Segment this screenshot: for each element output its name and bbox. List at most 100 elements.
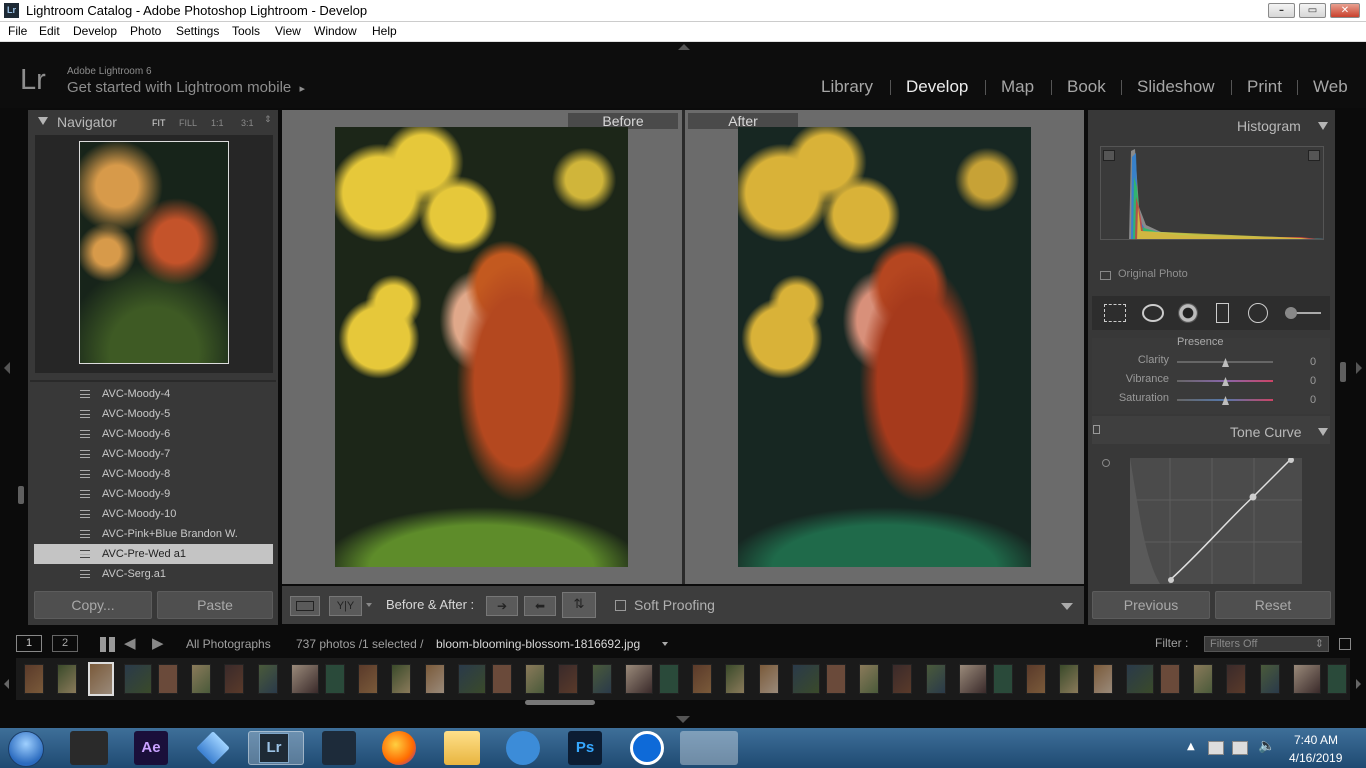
- filmstrip-thumbnail[interactable]: [491, 664, 512, 694]
- filename-dropdown-icon[interactable]: [662, 642, 668, 646]
- menu-tools[interactable]: Tools: [232, 24, 260, 38]
- maximize-button[interactable]: ▭: [1299, 3, 1326, 18]
- radial-filter-icon[interactable]: [1248, 303, 1268, 323]
- module-map[interactable]: Map: [1001, 77, 1034, 97]
- histogram-collapse-icon[interactable]: [1318, 122, 1328, 130]
- filmstrip-source[interactable]: All Photographs: [186, 637, 271, 651]
- filmstrip-thumbnail[interactable]: [224, 664, 245, 694]
- preset-item[interactable]: AVC-Moody-9: [58, 484, 298, 504]
- red-eye-tool-icon[interactable]: [1178, 303, 1198, 323]
- lightroom-icon[interactable]: Lr: [259, 733, 289, 763]
- menu-settings[interactable]: Settings: [176, 24, 219, 38]
- shadow-clipping-icon[interactable]: [1103, 150, 1115, 161]
- reset-button[interactable]: Reset: [1215, 591, 1331, 619]
- filmstrip-thumbnail[interactable]: [959, 664, 988, 694]
- firefox-icon[interactable]: [382, 731, 416, 765]
- filmstrip-thumbnail[interactable]: [525, 664, 545, 694]
- paint-icon[interactable]: [680, 731, 738, 765]
- mobile-promo[interactable]: Get started with Lightroom mobile ▸: [67, 79, 305, 96]
- filmstrip-thumbnail[interactable]: [458, 664, 487, 694]
- filmstrip-thumbnail[interactable]: [825, 664, 846, 694]
- filter-lock-icon[interactable]: [1339, 638, 1351, 650]
- filmstrip-thumbnail[interactable]: [358, 664, 378, 694]
- filmstrip-thumbnail[interactable]: [1092, 664, 1113, 694]
- filmstrip-thumbnail[interactable]: [24, 664, 44, 694]
- filmstrip-thumbnail[interactable]: [1293, 664, 1322, 694]
- filmstrip-thumbnail[interactable]: [859, 664, 879, 694]
- module-book[interactable]: Book: [1067, 77, 1106, 97]
- filmstrip-thumbnail[interactable]: [792, 664, 821, 694]
- filmstrip-thumbnail[interactable]: [725, 664, 746, 694]
- filmstrip-thumbnail[interactable]: [1226, 664, 1247, 694]
- zoom-1-1[interactable]: 1:1: [211, 118, 224, 128]
- module-web[interactable]: Web: [1313, 77, 1348, 97]
- screen-recorder-icon[interactable]: [506, 731, 540, 765]
- menu-edit[interactable]: Edit: [39, 24, 60, 38]
- filmstrip-scroll-left-icon[interactable]: [4, 679, 9, 689]
- collapse-left-panel-icon[interactable]: [4, 362, 10, 374]
- crop-tool-icon[interactable]: [1104, 304, 1126, 322]
- teamviewer-icon[interactable]: [630, 731, 664, 765]
- forward-arrow-icon[interactable]: ▶: [152, 634, 164, 652]
- collapse-right-panel-icon[interactable]: [1356, 362, 1362, 374]
- zoom-fill[interactable]: FILL: [179, 118, 197, 128]
- zoom-stepper-icon[interactable]: ⇕: [264, 115, 272, 125]
- collapse-filmstrip-icon[interactable]: [676, 716, 690, 723]
- show-hidden-icons-icon[interactable]: ▲: [1187, 741, 1195, 752]
- view-dropdown-icon[interactable]: [366, 603, 372, 607]
- filmora-icon[interactable]: [322, 731, 356, 765]
- target-adjustment-icon[interactable]: [1102, 459, 1110, 467]
- filmstrip-thumbnail[interactable]: [1326, 664, 1347, 694]
- highlight-clipping-icon[interactable]: [1308, 150, 1320, 161]
- navigator-preview-area[interactable]: [35, 135, 273, 373]
- left-panel-scrollbar[interactable]: [18, 486, 24, 504]
- clarity-value[interactable]: 0: [1310, 356, 1316, 368]
- filmstrip-thumbnail[interactable]: [758, 664, 779, 694]
- menu-develop[interactable]: Develop: [73, 24, 117, 38]
- windows-start-icon[interactable]: [8, 731, 44, 767]
- filmstrip-thumbnail[interactable]: [625, 664, 654, 694]
- filmstrip-scroll-right-icon[interactable]: [1356, 679, 1361, 689]
- preset-item[interactable]: AVC-Moody-5: [58, 404, 298, 424]
- soft-proofing-checkbox[interactable]: [615, 600, 626, 611]
- preset-item-selected[interactable]: AVC-Pre-Wed a1: [34, 544, 273, 564]
- filmstrip-thumbnail[interactable]: [1193, 664, 1213, 694]
- loupe-view-button[interactable]: [290, 596, 320, 616]
- filmstrip-scrollbar[interactable]: [525, 700, 595, 705]
- spot-removal-tool-icon[interactable]: [1142, 304, 1164, 322]
- tone-curve-collapse-icon[interactable]: [1318, 428, 1328, 436]
- toolbar-menu-icon[interactable]: [1061, 603, 1073, 610]
- filmstrip-thumbnail[interactable]: [157, 664, 178, 694]
- filmstrip-thumbnail[interactable]: [658, 664, 679, 694]
- before-after-view-button[interactable]: Y|Y: [329, 596, 362, 616]
- copy-before-to-after-button[interactable]: ➔: [486, 596, 518, 616]
- filmstrip-thumbnail[interactable]: [257, 664, 278, 694]
- tone-curve-graph[interactable]: [1130, 458, 1302, 584]
- graduated-filter-icon[interactable]: [1216, 303, 1229, 323]
- filmstrip-thumbnail[interactable]: [1126, 664, 1155, 694]
- zoom-3-1[interactable]: 3:1: [241, 118, 254, 128]
- filmstrip-thumbnail[interactable]: [57, 664, 78, 694]
- filmstrip-thumbnail[interactable]: [324, 664, 345, 694]
- collapse-top-panel-icon[interactable]: [678, 44, 690, 50]
- filmstrip-thumbnail[interactable]: [391, 664, 412, 694]
- menu-photo[interactable]: Photo: [130, 24, 161, 38]
- module-library[interactable]: Library: [821, 77, 873, 97]
- movie-maker-icon[interactable]: [70, 731, 108, 765]
- clock-time[interactable]: 7:40 AM: [1294, 733, 1338, 747]
- menu-view[interactable]: View: [275, 24, 301, 38]
- module-slideshow[interactable]: Slideshow: [1137, 77, 1215, 97]
- filmstrip-thumbnail[interactable]: [591, 664, 612, 694]
- secondary-window-button[interactable]: 2: [52, 635, 78, 652]
- filter-select[interactable]: Filters Off ⇕: [1204, 636, 1329, 652]
- current-filename[interactable]: bloom-blooming-blossom-1816692.jpg: [436, 637, 640, 651]
- navigator-collapse-icon[interactable]: [38, 117, 48, 125]
- filmstrip-thumbnail[interactable]: [1059, 664, 1080, 694]
- after-effects-icon[interactable]: Ae: [134, 731, 168, 765]
- swap-before-after-button[interactable]: ⇅: [562, 592, 596, 618]
- file-explorer-icon[interactable]: [444, 731, 480, 765]
- preset-item[interactable]: AVC-Serg.a1: [58, 564, 298, 584]
- preset-item[interactable]: AVC-Pink+Blue Brandon W.: [58, 524, 298, 544]
- close-button[interactable]: ✕: [1330, 3, 1360, 18]
- filmstrip-thumbnail[interactable]: [1026, 664, 1046, 694]
